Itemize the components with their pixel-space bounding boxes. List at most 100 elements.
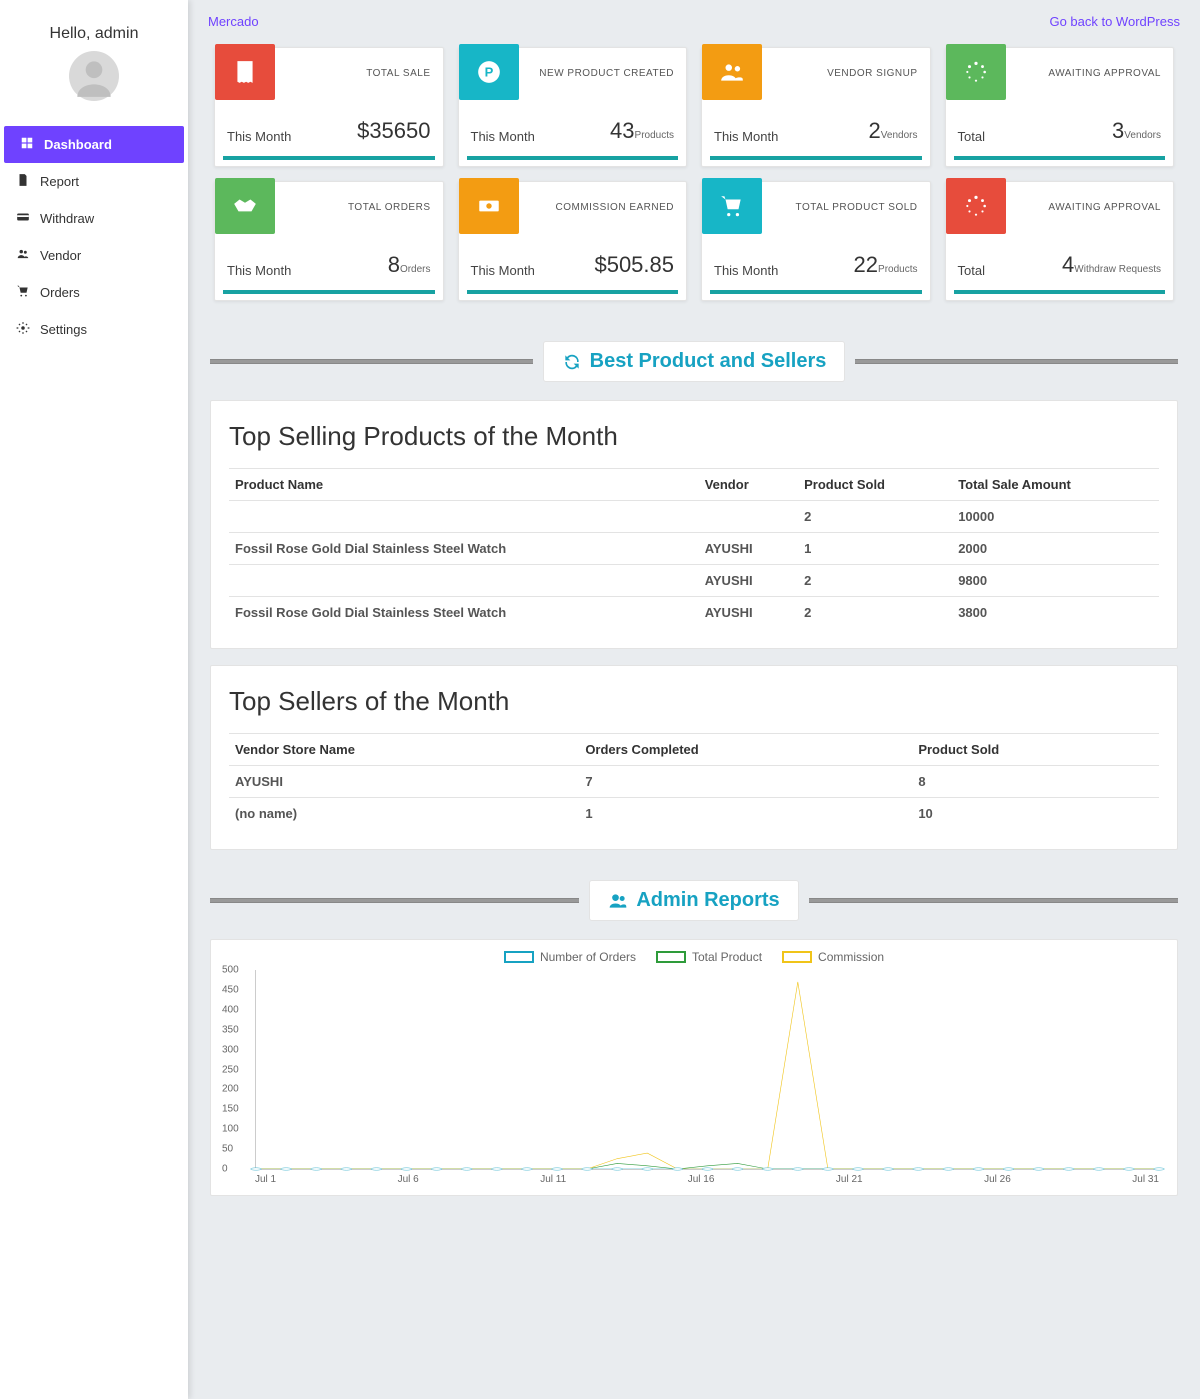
stat-card-period: This Month bbox=[227, 129, 291, 144]
topbar: Mercado Go back to WordPress bbox=[200, 10, 1188, 41]
top-sellers-table: Vendor Store NameOrders CompletedProduct… bbox=[229, 733, 1159, 829]
stat-card: COMMISSION EARNED This Month $505.85 bbox=[458, 181, 688, 301]
users-icon bbox=[702, 44, 762, 100]
dashboard-icon bbox=[20, 136, 34, 153]
y-tick: 0 bbox=[222, 1164, 228, 1175]
sidebar: Hello, admin Dashboard Report WithdrawVend… bbox=[0, 0, 188, 1399]
stat-card-period: This Month bbox=[227, 263, 291, 278]
table-cell: 7 bbox=[579, 766, 912, 798]
refresh-icon bbox=[562, 352, 582, 372]
spinner-icon bbox=[946, 44, 1006, 100]
stat-card-value: 3 bbox=[1112, 118, 1124, 143]
users-icon bbox=[608, 891, 628, 911]
legend-orders[interactable]: Number of Orders bbox=[504, 950, 636, 964]
receipt-icon bbox=[215, 44, 275, 100]
stat-card-value: 2 bbox=[869, 118, 881, 143]
stat-card-title: TOTAL PRODUCT SOLD bbox=[762, 182, 930, 219]
section-title-best: Best Product and Sellers bbox=[543, 341, 846, 382]
stat-card: VENDOR SIGNUPThis Month2Vendors bbox=[701, 47, 931, 167]
vendor-icon bbox=[16, 247, 30, 264]
table-header: Vendor bbox=[699, 469, 798, 501]
table-cell: Fossil Rose Gold Dial Stainless Steel Wa… bbox=[229, 597, 699, 629]
stat-card-bar bbox=[710, 156, 922, 160]
table-cell: 3800 bbox=[952, 597, 1159, 629]
table-cell: AYUSHI bbox=[699, 533, 798, 565]
stat-card-value: 22 bbox=[854, 252, 878, 277]
legend-commission[interactable]: Commission bbox=[782, 950, 884, 964]
top-products-title: Top Selling Products of the Month bbox=[229, 421, 1159, 452]
greeting-text: Hello, admin bbox=[10, 25, 178, 43]
table-row: 210000 bbox=[229, 501, 1159, 533]
stat-card-value: $35650 bbox=[357, 118, 430, 143]
y-tick: 50 bbox=[222, 1144, 233, 1155]
stat-card-period: Total bbox=[958, 129, 985, 144]
sidebar-item-report[interactable]: Report bbox=[0, 163, 188, 200]
table-cell: 2 bbox=[798, 597, 952, 629]
stat-card-period: This Month bbox=[714, 129, 778, 144]
stat-card: TOTAL ORDERSThis Month8Orders bbox=[214, 181, 444, 301]
stat-card-title: AWAITING APPROVAL bbox=[1006, 182, 1174, 219]
stat-cards-grid: TOTAL SALE This Month $35650 P NEW PRODUCT C… bbox=[200, 41, 1188, 311]
y-tick: 450 bbox=[222, 984, 239, 995]
y-tick: 100 bbox=[222, 1124, 239, 1135]
stat-card-value: 8 bbox=[388, 252, 400, 277]
y-tick: 350 bbox=[222, 1024, 239, 1035]
table-header: Orders Completed bbox=[579, 734, 912, 766]
stat-card-bar bbox=[710, 290, 922, 294]
table-row: AYUSHI29800 bbox=[229, 565, 1159, 597]
sidebar-item-orders[interactable]: Orders bbox=[0, 274, 188, 311]
stat-card-value: 43 bbox=[610, 118, 634, 143]
brand-link[interactable]: Mercado bbox=[208, 14, 259, 29]
sidebar-item-label: Report bbox=[40, 174, 79, 189]
top-sellers-panel: Top Sellers of the Month Vendor Store Na… bbox=[210, 665, 1178, 850]
stat-card-title: AWAITING APPROVAL bbox=[1006, 48, 1174, 85]
sidebar-item-vendor[interactable]: Vendor bbox=[0, 237, 188, 274]
svg-text:P: P bbox=[484, 64, 493, 79]
y-tick: 500 bbox=[222, 965, 239, 976]
stat-card-title: NEW PRODUCT CREATED bbox=[519, 48, 687, 85]
top-sellers-title: Top Sellers of the Month bbox=[229, 686, 1159, 717]
table-cell: 1 bbox=[798, 533, 952, 565]
stat-card-unit: Products bbox=[878, 264, 917, 275]
stat-card: PNEW PRODUCT CREATEDThis Month43Products bbox=[458, 47, 688, 167]
section-title-reports: Admin Reports bbox=[589, 880, 798, 921]
table-cell bbox=[229, 565, 699, 597]
stat-card-period: This Month bbox=[471, 263, 535, 278]
x-tick: Jul 16 bbox=[688, 1174, 715, 1185]
back-to-wordpress-link[interactable]: Go back to WordPress bbox=[1049, 14, 1180, 29]
table-cell: 9800 bbox=[952, 565, 1159, 597]
table-cell: AYUSHI bbox=[229, 766, 579, 798]
table-cell bbox=[699, 501, 798, 533]
withdraw-icon bbox=[16, 210, 30, 227]
settings-icon bbox=[16, 321, 30, 338]
table-cell: 8 bbox=[912, 766, 1159, 798]
stat-card-bar bbox=[467, 290, 679, 294]
x-tick: Jul 6 bbox=[398, 1174, 419, 1185]
legend-products[interactable]: Total Product bbox=[656, 950, 762, 964]
table-cell: 2 bbox=[798, 501, 952, 533]
stat-card-bar bbox=[467, 156, 679, 160]
stat-card-bar bbox=[223, 156, 435, 160]
sidebar-item-settings[interactable]: Settings bbox=[0, 311, 188, 348]
table-cell: 10 bbox=[912, 798, 1159, 830]
chart-legend: Number of Orders Total Product Commissio… bbox=[219, 950, 1169, 964]
sidebar-item-withdraw[interactable]: Withdraw bbox=[0, 200, 188, 237]
stat-card-title: COMMISSION EARNED bbox=[519, 182, 687, 219]
stat-card-value: $505.85 bbox=[594, 252, 674, 277]
top-products-panel: Top Selling Products of the Month Produc… bbox=[210, 400, 1178, 649]
table-cell bbox=[229, 501, 699, 533]
report-icon bbox=[16, 173, 30, 190]
y-tick: 250 bbox=[222, 1064, 239, 1075]
table-cell: 2000 bbox=[952, 533, 1159, 565]
table-cell: 2 bbox=[798, 565, 952, 597]
handshake-icon bbox=[215, 178, 275, 234]
stat-card-unit: Vendors bbox=[1124, 130, 1161, 141]
chart-plot-area[interactable]: 050100150200250300350400450500 bbox=[255, 970, 1159, 1170]
stat-card-title: TOTAL SALE bbox=[275, 48, 443, 85]
x-tick: Jul 26 bbox=[984, 1174, 1011, 1185]
x-tick: Jul 11 bbox=[540, 1174, 566, 1185]
table-header: Product Sold bbox=[912, 734, 1159, 766]
stat-card-bar bbox=[954, 156, 1166, 160]
stat-card-title: VENDOR SIGNUP bbox=[762, 48, 930, 85]
sidebar-item-dashboard[interactable]: Dashboard bbox=[4, 126, 184, 163]
